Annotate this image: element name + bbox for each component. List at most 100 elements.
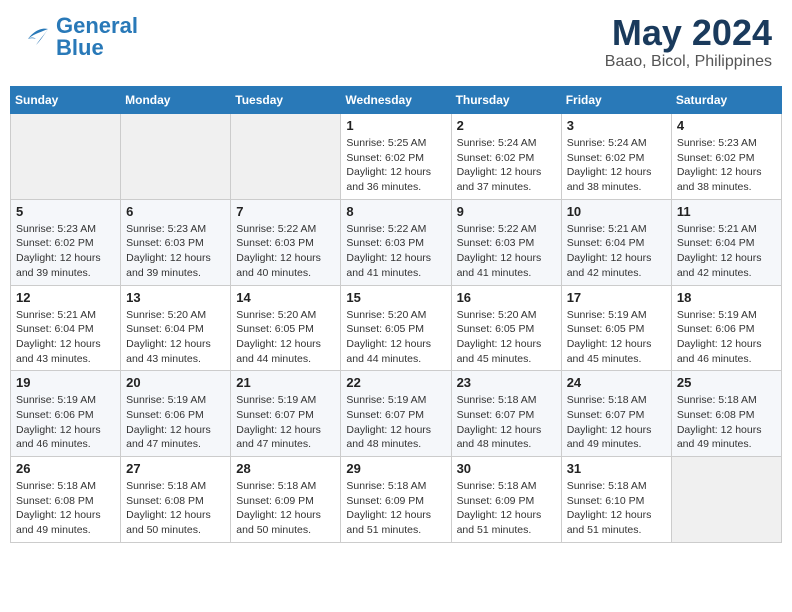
day-number: 11 (677, 204, 776, 219)
day-info: Sunrise: 5:18 AM Sunset: 6:10 PM Dayligh… (567, 479, 666, 538)
day-number: 3 (567, 118, 666, 133)
day-info: Sunrise: 5:20 AM Sunset: 6:05 PM Dayligh… (346, 308, 445, 367)
day-info: Sunrise: 5:19 AM Sunset: 6:06 PM Dayligh… (677, 308, 776, 367)
day-info: Sunrise: 5:18 AM Sunset: 6:07 PM Dayligh… (457, 393, 556, 452)
day-info: Sunrise: 5:18 AM Sunset: 6:09 PM Dayligh… (236, 479, 335, 538)
calendar-cell: 16Sunrise: 5:20 AM Sunset: 6:05 PM Dayli… (451, 285, 561, 371)
month-title: May 2024 (605, 15, 772, 51)
day-info: Sunrise: 5:20 AM Sunset: 6:05 PM Dayligh… (236, 308, 335, 367)
day-info: Sunrise: 5:21 AM Sunset: 6:04 PM Dayligh… (567, 222, 666, 281)
calendar-cell: 23 Sunrise: 5:18 AM Sunset: 6:07 PM Dayli… (451, 371, 561, 457)
calendar-body: 1Sunrise: 5:25 AM Sunset: 6:02 PM Daylig… (11, 114, 782, 543)
day-info: Sunrise: 5:18 AM Sunset: 6:08 PM Dayligh… (16, 479, 115, 538)
calendar-cell: 4 Sunrise: 5:23 AM Sunset: 6:02 PM Daylig… (671, 114, 781, 200)
day-number: 28 (236, 461, 335, 476)
day-number: 29 (346, 461, 445, 476)
day-info: Sunrise: 5:19 AM Sunset: 6:05 PM Dayligh… (567, 308, 666, 367)
day-number: 21 (236, 375, 335, 390)
weekday-saturday: Saturday (671, 87, 781, 114)
calendar-cell: 27 Sunrise: 5:18 AM Sunset: 6:08 PM Dayli… (121, 457, 231, 543)
calendar-cell (671, 457, 781, 543)
day-number: 18 (677, 290, 776, 305)
calendar-week-1: 1Sunrise: 5:25 AM Sunset: 6:02 PM Daylig… (11, 114, 782, 200)
calendar-cell: 3 Sunrise: 5:24 AM Sunset: 6:02 PM Daylig… (561, 114, 671, 200)
day-number: 31 (567, 461, 666, 476)
weekday-monday: Monday (121, 87, 231, 114)
weekday-wednesday: Wednesday (341, 87, 451, 114)
calendar-week-3: 12Sunrise: 5:21 AM Sunset: 6:04 PM Dayli… (11, 285, 782, 371)
day-number: 27 (126, 461, 225, 476)
day-info: Sunrise: 5:18 AM Sunset: 6:09 PM Dayligh… (457, 479, 556, 538)
calendar-cell: 18 Sunrise: 5:19 AM Sunset: 6:06 PM Dayli… (671, 285, 781, 371)
calendar-cell: 19 Sunrise: 5:19 AM Sunset: 6:06 PM Dayli… (11, 371, 121, 457)
calendar-cell: 1Sunrise: 5:25 AM Sunset: 6:02 PM Daylig… (341, 114, 451, 200)
day-info: Sunrise: 5:23 AM Sunset: 6:02 PM Dayligh… (16, 222, 115, 281)
day-number: 20 (126, 375, 225, 390)
day-info: Sunrise: 5:22 AM Sunset: 6:03 PM Dayligh… (457, 222, 556, 281)
calendar-cell: 17 Sunrise: 5:19 AM Sunset: 6:05 PM Dayli… (561, 285, 671, 371)
calendar-cell: 31 Sunrise: 5:18 AM Sunset: 6:10 PM Dayli… (561, 457, 671, 543)
calendar-week-4: 19 Sunrise: 5:19 AM Sunset: 6:06 PM Dayli… (11, 371, 782, 457)
weekday-sunday: Sunday (11, 87, 121, 114)
day-info: Sunrise: 5:18 AM Sunset: 6:09 PM Dayligh… (346, 479, 445, 538)
calendar-week-5: 26 Sunrise: 5:18 AM Sunset: 6:08 PM Dayli… (11, 457, 782, 543)
calendar-cell: 7Sunrise: 5:22 AM Sunset: 6:03 PM Daylig… (231, 199, 341, 285)
calendar-cell: 13 Sunrise: 5:20 AM Sunset: 6:04 PM Dayli… (121, 285, 231, 371)
day-info: Sunrise: 5:23 AM Sunset: 6:02 PM Dayligh… (677, 136, 776, 195)
calendar-cell: 12Sunrise: 5:21 AM Sunset: 6:04 PM Dayli… (11, 285, 121, 371)
weekday-friday: Friday (561, 87, 671, 114)
day-number: 2 (457, 118, 556, 133)
day-number: 14 (236, 290, 335, 305)
day-number: 24 (567, 375, 666, 390)
day-number: 23 (457, 375, 556, 390)
day-info: Sunrise: 5:24 AM Sunset: 6:02 PM Dayligh… (567, 136, 666, 195)
calendar-cell: 26 Sunrise: 5:18 AM Sunset: 6:08 PM Dayli… (11, 457, 121, 543)
day-number: 19 (16, 375, 115, 390)
location-title: Baao, Bicol, Philippines (605, 53, 772, 71)
day-info: Sunrise: 5:21 AM Sunset: 6:04 PM Dayligh… (677, 222, 776, 281)
calendar-cell: 20 Sunrise: 5:19 AM Sunset: 6:06 PM Dayli… (121, 371, 231, 457)
calendar-cell: 24 Sunrise: 5:18 AM Sunset: 6:07 PM Dayli… (561, 371, 671, 457)
calendar-cell: 25Sunrise: 5:18 AM Sunset: 6:08 PM Dayli… (671, 371, 781, 457)
logo-text: GeneralBlue (56, 15, 138, 59)
weekday-thursday: Thursday (451, 87, 561, 114)
logo: GeneralBlue (20, 15, 138, 59)
logo-bird-icon (20, 25, 52, 49)
day-number: 13 (126, 290, 225, 305)
day-number: 7 (236, 204, 335, 219)
calendar-cell: 10 Sunrise: 5:21 AM Sunset: 6:04 PM Dayli… (561, 199, 671, 285)
day-info: Sunrise: 5:20 AM Sunset: 6:05 PM Dayligh… (457, 308, 556, 367)
day-number: 4 (677, 118, 776, 133)
day-info: Sunrise: 5:19 AM Sunset: 6:06 PM Dayligh… (16, 393, 115, 452)
calendar-cell: 30 Sunrise: 5:18 AM Sunset: 6:09 PM Dayli… (451, 457, 561, 543)
day-number: 26 (16, 461, 115, 476)
day-number: 15 (346, 290, 445, 305)
weekday-header-row: SundayMondayTuesdayWednesdayThursdayFrid… (11, 87, 782, 114)
day-info: Sunrise: 5:18 AM Sunset: 6:07 PM Dayligh… (567, 393, 666, 452)
day-number: 30 (457, 461, 556, 476)
day-info: Sunrise: 5:22 AM Sunset: 6:03 PM Dayligh… (346, 222, 445, 281)
calendar-cell (11, 114, 121, 200)
calendar-cell: 6 Sunrise: 5:23 AM Sunset: 6:03 PM Daylig… (121, 199, 231, 285)
calendar-cell: 21Sunrise: 5:19 AM Sunset: 6:07 PM Dayli… (231, 371, 341, 457)
title-block: May 2024 Baao, Bicol, Philippines (605, 15, 772, 71)
day-number: 10 (567, 204, 666, 219)
day-info: Sunrise: 5:20 AM Sunset: 6:04 PM Dayligh… (126, 308, 225, 367)
calendar-cell: 2Sunrise: 5:24 AM Sunset: 6:02 PM Daylig… (451, 114, 561, 200)
weekday-tuesday: Tuesday (231, 87, 341, 114)
day-number: 25 (677, 375, 776, 390)
day-number: 1 (346, 118, 445, 133)
day-number: 9 (457, 204, 556, 219)
calendar-cell: 29 Sunrise: 5:18 AM Sunset: 6:09 PM Dayli… (341, 457, 451, 543)
calendar-table: SundayMondayTuesdayWednesdayThursdayFrid… (10, 86, 782, 543)
day-number: 17 (567, 290, 666, 305)
calendar-cell: 11 Sunrise: 5:21 AM Sunset: 6:04 PM Dayli… (671, 199, 781, 285)
page-header: GeneralBlue May 2024 Baao, Bicol, Philip… (10, 10, 782, 76)
day-number: 8 (346, 204, 445, 219)
day-number: 12 (16, 290, 115, 305)
day-number: 6 (126, 204, 225, 219)
day-info: Sunrise: 5:18 AM Sunset: 6:08 PM Dayligh… (126, 479, 225, 538)
calendar-cell (121, 114, 231, 200)
day-info: Sunrise: 5:23 AM Sunset: 6:03 PM Dayligh… (126, 222, 225, 281)
day-info: Sunrise: 5:19 AM Sunset: 6:06 PM Dayligh… (126, 393, 225, 452)
